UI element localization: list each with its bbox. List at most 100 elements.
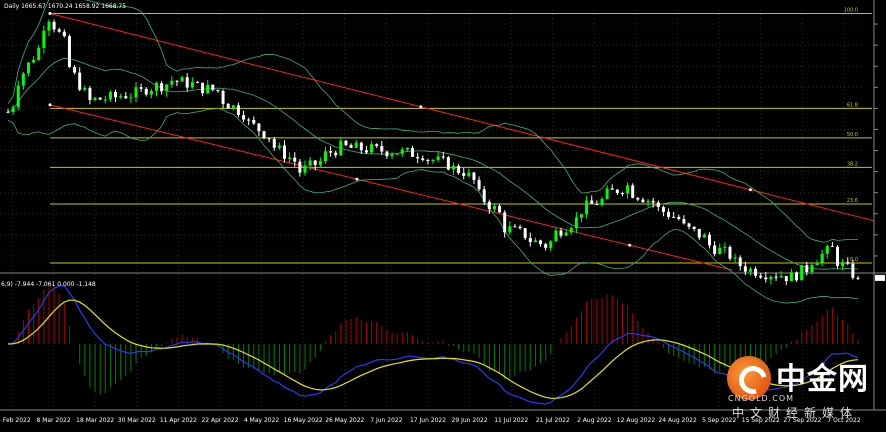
candle-body (103, 99, 107, 101)
candle-body (702, 234, 706, 238)
candle-body (841, 262, 845, 267)
channel-anchor (748, 188, 752, 192)
candle-body (160, 83, 164, 92)
candle-body (544, 244, 548, 248)
candle-body (67, 36, 71, 68)
candle-body (303, 165, 307, 173)
fib-level-label: 50.0 (847, 132, 858, 138)
time-axis-label: 11 Apr 2022 (160, 417, 197, 424)
candle-body (216, 89, 220, 91)
time-axis-label: 22 Apr 2022 (201, 417, 238, 424)
candle-body (457, 165, 461, 173)
candle-body (748, 268, 752, 272)
channel-anchor (48, 103, 52, 107)
candle-body (149, 90, 153, 95)
candle-body (267, 138, 271, 140)
time-axis-label: 24 Aug 2022 (658, 417, 697, 424)
candle-body (206, 84, 210, 94)
candle-body (692, 226, 696, 229)
candle-body (810, 264, 814, 273)
candle-body (718, 247, 722, 254)
candle-body (170, 80, 174, 85)
candle-body (119, 96, 123, 98)
watermark-slogan: 中文财经新媒体 (732, 406, 859, 420)
candle-body (789, 272, 793, 282)
candle-body (277, 145, 281, 148)
candle-body (779, 275, 783, 278)
candle-body (47, 21, 51, 31)
current-price-marker (875, 274, 885, 281)
candle-body (759, 275, 763, 278)
candle-body (600, 198, 604, 205)
candle-body (487, 201, 491, 210)
candle-body (329, 151, 333, 153)
candle-body (93, 97, 97, 101)
candle-body (713, 245, 717, 254)
trend-channel (48, 12, 875, 271)
candle-body (498, 206, 502, 213)
time-axis-label: 17 Jun 2022 (410, 417, 446, 424)
candle-body (134, 87, 138, 98)
candle-body (242, 115, 246, 120)
candle-body (482, 189, 486, 202)
candle-body (590, 200, 594, 204)
candle-body (585, 200, 589, 215)
candle-body (825, 246, 829, 254)
candle-body (272, 138, 276, 148)
candle-body (421, 158, 425, 161)
candle-body (144, 88, 148, 95)
candle-body (313, 160, 317, 165)
candle-body (201, 82, 205, 94)
candle-body (774, 276, 778, 278)
fib-level-label: 38.2 (847, 161, 858, 167)
candle-body (231, 105, 235, 109)
candle-body (815, 262, 819, 265)
candle-body (554, 230, 558, 242)
candle-body (830, 246, 834, 248)
candle-body (472, 172, 476, 180)
candle-body (11, 107, 15, 113)
candle-body (375, 144, 379, 147)
candle-body (108, 92, 112, 100)
candle-body (636, 197, 640, 200)
candle-body (78, 72, 82, 90)
chart-window[interactable]: 100.0 61.8 50.0 38.2 23.6 0.0 24 Feb 2022 8 Ma… (0, 0, 886, 428)
time-axis-label: 21 Jul 2022 (536, 417, 570, 424)
candle-body (262, 131, 266, 139)
candle-body (426, 160, 430, 162)
candle-body (539, 240, 543, 245)
candle-body (298, 161, 302, 173)
candle-body (359, 142, 363, 151)
candle-body (154, 83, 158, 91)
candle-body (728, 246, 732, 259)
candle-body (579, 214, 583, 218)
candle-body (574, 217, 578, 229)
fibonacci-levels: 100.0 61.8 50.0 38.2 23.6 0.0 (50, 8, 872, 264)
candle-body (656, 202, 660, 207)
candle-body (503, 212, 507, 233)
time-axis-label: 18 Mar 2022 (76, 417, 114, 424)
candle-body (708, 234, 712, 246)
candle-body (795, 272, 799, 281)
candle-body (390, 154, 394, 157)
candle-body (32, 59, 36, 63)
candle-body (651, 200, 655, 203)
cngold-watermark: 中金网 CNGOLD.COM 中文财经新媒体 (722, 350, 882, 420)
candle-body (395, 153, 399, 155)
candle-body (190, 82, 194, 88)
candle-body (380, 146, 384, 152)
candle-body (308, 160, 312, 166)
candle-body (697, 228, 701, 238)
candle-body (508, 226, 512, 233)
candle-body (405, 147, 409, 150)
oscillator-label: 6,9) -7.944 -7.061 0.000 -1.148 (1, 281, 96, 288)
candle-body (523, 228, 527, 239)
candle-body (820, 253, 824, 263)
candle-body (288, 157, 292, 159)
candle-body (492, 206, 496, 210)
candle-body (549, 241, 553, 248)
watermark-cn-name: 中金网 (776, 362, 869, 397)
candle-body (477, 179, 481, 190)
candle-body (595, 203, 599, 205)
candle-body (318, 161, 322, 165)
